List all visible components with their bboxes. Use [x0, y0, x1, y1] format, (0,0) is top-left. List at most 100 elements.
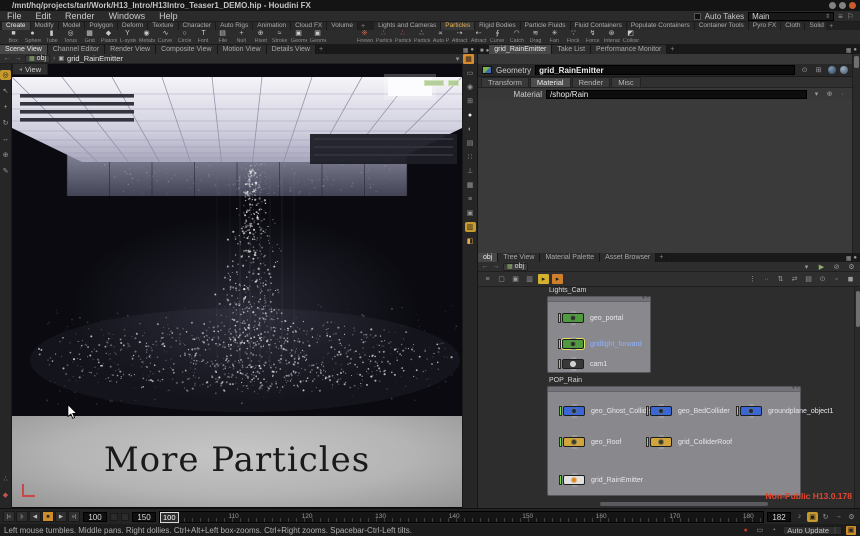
auto-takes-checkbox[interactable] [694, 13, 701, 20]
overview-map-icon[interactable]: ▤ [803, 274, 814, 284]
play-button[interactable]: ■ [42, 511, 54, 522]
network-editor-canvas[interactable]: POP_Raingeo_Ghost_Collidergeo_BedCollide… [478, 287, 860, 508]
shelf-tab-cloth[interactable]: Cloth [781, 22, 805, 30]
shelf-tab-populate-containers[interactable]: Populate Containers [627, 22, 695, 30]
menu-render[interactable]: Render [58, 11, 102, 21]
node-tile[interactable] [562, 359, 584, 369]
node-tile[interactable] [562, 313, 584, 323]
rotate-tool-icon[interactable]: ↻ [0, 118, 11, 128]
shelf-tool-drag[interactable]: ≋Drag [526, 30, 545, 44]
param-folder-tab-material[interactable]: Material [530, 77, 571, 87]
shelf-tab-rigid-bodies[interactable]: Rigid Bodies [475, 22, 521, 30]
range-lock-icon[interactable] [110, 513, 118, 521]
camera-view-icon[interactable]: ◉ [465, 82, 476, 92]
scene-add-tab-button[interactable]: + [316, 45, 327, 54]
network-box-titlebar[interactable] [548, 387, 800, 392]
current-frame-marker[interactable]: 100 [160, 512, 179, 523]
shelf-tool-metaball[interactable]: ◉Metaball [137, 30, 156, 44]
menu-windows[interactable]: Windows [102, 11, 153, 21]
current-frame-field[interactable]: 100 [83, 512, 107, 522]
render-flags-icon[interactable]: ▦ [463, 54, 474, 64]
loop-mode-icon[interactable]: ↻ [820, 512, 831, 522]
shelf-tab-particle-fluids[interactable]: Particle Fluids [521, 22, 571, 30]
edit-tool-icon[interactable]: ✎ [0, 166, 11, 176]
prev-frame-button[interactable]: ◀ [29, 511, 41, 522]
dots-icon[interactable]: ∙∙ [761, 274, 772, 284]
shelf-tool-particles-f[interactable]: ∴Particles f... [412, 30, 431, 44]
node-cam1[interactable]: cam1 [558, 359, 607, 369]
shelf-tool-force[interactable]: ↯Force [583, 30, 602, 44]
forward-button[interactable]: → [492, 263, 500, 270]
play-icon[interactable]: ▶ [816, 262, 827, 272]
shelf-tab-cloud-fx[interactable]: Cloud FX [291, 22, 327, 30]
render-flag-icon[interactable]: ▸ [552, 274, 563, 284]
shelf-tab-auto-rigs[interactable]: Auto Rigs [216, 22, 253, 30]
scene-tab-scene-view[interactable]: Scene View [0, 45, 48, 54]
shelf-tab-particles[interactable]: Particles [441, 22, 475, 30]
network-path-chip[interactable]: ▦ obj [503, 263, 528, 271]
key-icon[interactable]: ◆ [0, 490, 11, 500]
display-flag-icon[interactable]: ▸ [538, 274, 549, 284]
horizontal-fit-icon[interactable]: ⇄ [789, 274, 800, 284]
node-grid-colliderroof[interactable]: grid_ColliderRoof [646, 437, 732, 447]
param-search-icon[interactable]: ⊙ [799, 65, 810, 75]
fullscreen-icon[interactable]: ◼ [845, 274, 856, 284]
shelf-tool-curve[interactable]: ∿Curve [156, 30, 175, 44]
node-ring-icon[interactable]: ▥ [524, 274, 535, 284]
message-log-icon[interactable]: ▭ [754, 525, 765, 535]
cache-meter-icon[interactable]: ◔ [768, 525, 779, 535]
range-end-field[interactable]: 150 [132, 512, 156, 522]
shelf-tab-polygon[interactable]: Polygon [85, 22, 118, 30]
shelf-tool-grid[interactable]: ▦Grid [80, 30, 99, 44]
display-flag-icon[interactable] [559, 475, 562, 485]
shelf-tool-geometry[interactable]: ▣Geometry... [289, 30, 308, 44]
material-path-field[interactable]: /shop/Rain [546, 90, 807, 99]
shelf-tool-auto-paren[interactable]: ∝Auto Paren... [431, 30, 450, 44]
display-flag-icon[interactable] [558, 359, 561, 369]
node-tile[interactable] [650, 406, 672, 416]
handle-tool-icon[interactable]: ⊕ [0, 150, 11, 160]
audio-options-icon[interactable]: ♪ [794, 512, 805, 522]
network-vscrollbar[interactable] [854, 287, 860, 508]
path-dropdown-icon[interactable]: ▾ [452, 54, 463, 64]
viewport-overlay-button-2[interactable] [448, 80, 459, 86]
display-flag-icon[interactable] [646, 406, 649, 416]
network-box-titlebar[interactable] [548, 297, 650, 302]
shelf-tool-collision-d[interactable]: ◩Collision d... [621, 30, 640, 44]
view-tool-icon[interactable]: ◎ [0, 70, 11, 80]
param-folder-tab-misc[interactable]: Misc [611, 77, 640, 87]
shelf-tab-model[interactable]: Model [59, 22, 86, 30]
shelf-tab-lights-and-cameras[interactable]: Lights and Cameras [374, 22, 441, 30]
network-tab-obj[interactable]: obj [478, 253, 498, 262]
timeline-ruler[interactable]: 100 110120130140150160170180 [159, 511, 764, 523]
scene-tab-details-view[interactable]: Details View [267, 45, 316, 54]
network-hscrollbar[interactable] [600, 502, 768, 506]
network-add-tab-button[interactable]: + [656, 253, 667, 262]
maximize-button[interactable] [839, 2, 846, 9]
ladder-icon[interactable]: · [837, 89, 848, 99]
flag-icon[interactable]: ⚐ [847, 12, 854, 21]
pane-split-icon[interactable]: ▦ [846, 47, 852, 54]
node-tile[interactable] [740, 406, 762, 416]
network-box-lights-cam[interactable]: Lights_Camgeo_portalgridlight_forwardcam… [547, 296, 651, 373]
playback-options-icon[interactable]: ▣ [807, 512, 818, 522]
record-indicator-icon[interactable]: ● [740, 525, 751, 535]
viewport-state-tab[interactable]: View [12, 64, 48, 75]
select-tool-icon[interactable]: ↖ [0, 86, 11, 96]
network-tab-material-palette[interactable]: Material Palette [540, 253, 600, 262]
normals-display-icon[interactable]: ⊥ [465, 166, 476, 176]
shelf-tool-torus[interactable]: ◎Torus [61, 30, 80, 44]
node-gridlight-forward[interactable]: gridlight_forward [558, 339, 642, 349]
shelf-tool-file[interactable]: ▤File [213, 30, 232, 44]
display-flag-icon[interactable] [558, 313, 561, 323]
add-shelf-tab-button[interactable]: + [358, 23, 368, 30]
shelf-tool-platonic[interactable]: ◆Platonic [99, 30, 118, 44]
params-add-tab-button[interactable]: + [667, 45, 678, 54]
points-display-icon[interactable]: ∷ [465, 152, 476, 162]
scene-tab-motion-view[interactable]: Motion View [218, 45, 267, 54]
shelf-tab-animation[interactable]: Animation [253, 22, 291, 30]
pin-icon[interactable]: ⊘ [831, 262, 842, 272]
network-tab-asset-browser[interactable]: Asset Browser [600, 253, 656, 262]
display-flag-icon[interactable] [559, 437, 562, 447]
more-icon[interactable]: ⋮ [747, 274, 758, 284]
